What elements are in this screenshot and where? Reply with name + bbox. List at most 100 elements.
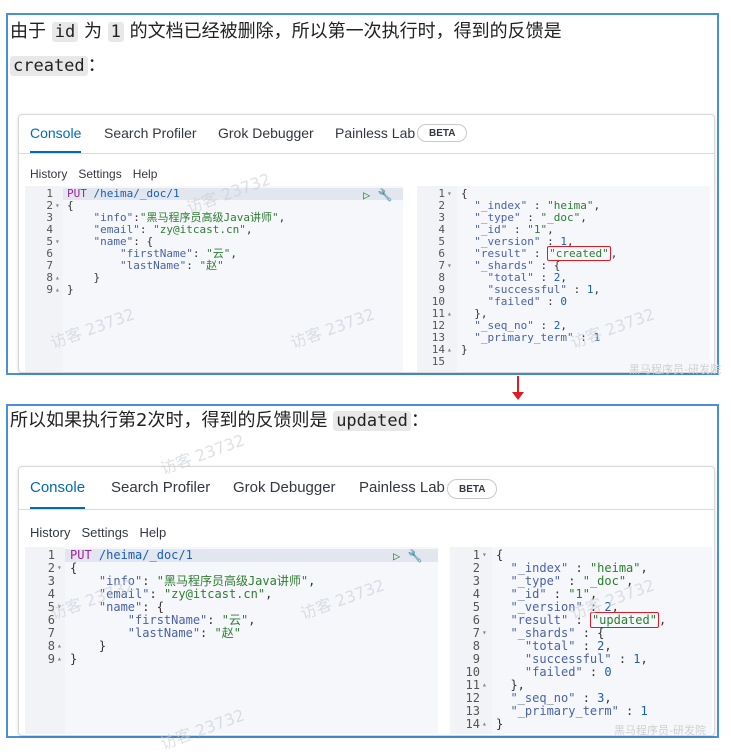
code-line: "_primary_term" : 1	[510, 704, 648, 718]
screenshot-panel-first-run: 由于 id 为 1 的文档已经被删除，所以第一次执行时，得到的反馈是 creat…	[6, 13, 721, 376]
json-key: "lastName"	[119, 259, 187, 272]
fold-icon[interactable]: ▴	[447, 344, 452, 356]
json-key: "total"	[524, 639, 576, 653]
inline-code-1: 1	[107, 22, 124, 42]
line-number: 11	[465, 678, 480, 692]
fold-icon[interactable]: ▴	[482, 718, 487, 730]
response-viewer[interactable]: 1 ▾ 2 3 4 5 6 7 ▾ 8 9 10 11 ▴ 12 13 14 ▴ 15 …	[417, 186, 710, 372]
json-value: "_doc"	[582, 574, 627, 588]
response-viewer[interactable]: 1 ▾ 2 3 4 5 6 7 ▾ 8 9 10 11 ▴ 12 13 14 ▴ { "…	[450, 547, 712, 734]
console-menu: History Settings Help	[30, 167, 168, 181]
json-key: "_id"	[510, 587, 547, 601]
line-number: 1	[472, 548, 480, 562]
json-value: "云"	[221, 613, 249, 627]
code-line: "_type" : "_doc",	[510, 574, 634, 588]
json-key: "failed"	[524, 665, 583, 679]
fold-icon[interactable]: ▾	[447, 188, 452, 200]
json-key: "lastName"	[127, 626, 201, 640]
line-number: 3	[47, 574, 55, 588]
json-key: "email"	[98, 587, 150, 601]
json-value: "heima"	[589, 561, 641, 575]
line-number: 1	[47, 548, 55, 562]
fold-icon[interactable]: ▴	[55, 284, 60, 296]
json-key: "failed"	[487, 295, 541, 308]
line-number: 2	[47, 561, 55, 575]
request-editor[interactable]: 1 2 ▾ 3 4 5 ▾ 6 7 8 ▴ 9 ▴ PUT /heima/_doc/1 …	[25, 547, 438, 734]
tab-search-profiler[interactable]: Search Profiler	[104, 115, 197, 153]
fold-icon[interactable]: ▾	[55, 236, 60, 248]
line-number: 5	[472, 600, 480, 614]
json-key: "_seq_no"	[510, 691, 576, 705]
screenshot-panel-second-run: 所以如果执行第2次时，得到的反馈则是 updated： Console Sear…	[6, 404, 719, 753]
json-value: "赵"	[214, 626, 241, 640]
json-key: "_shards"	[510, 626, 576, 640]
wrench-icon[interactable]: 🔧	[377, 188, 392, 202]
code-line: }	[67, 283, 74, 296]
menu-history[interactable]: History	[30, 525, 70, 540]
line-number: 6	[472, 613, 480, 627]
json-value: 1	[633, 652, 641, 666]
menu-settings[interactable]: Settings	[78, 167, 121, 181]
play-icon[interactable]: ▷	[363, 188, 370, 202]
fold-icon[interactable]: ▴	[55, 272, 60, 284]
fold-icon[interactable]: ▾	[57, 562, 62, 574]
menu-help[interactable]: Help	[139, 525, 166, 540]
request-editor[interactable]: 1 2 ▾ 3 4 5 ▾ 6 7 8 ▴ 9 ▴ PUT /heima/_do…	[25, 186, 403, 372]
footer-watermark: 黑马程序员-研发院	[614, 724, 706, 737]
tab-search-profiler[interactable]: Search Profiler	[111, 467, 210, 505]
json-key: "_primary_term"	[474, 331, 574, 344]
tab-grok-debugger[interactable]: Grok Debugger	[218, 115, 314, 153]
code-line: "_id" : "1",	[510, 587, 598, 601]
line-number: 4	[472, 587, 480, 601]
wrench-icon[interactable]: 🔧	[407, 549, 422, 563]
caption-second-run: 所以如果执行第2次时，得到的反馈则是 updated：	[10, 406, 429, 436]
menu-history[interactable]: History	[30, 167, 67, 181]
line-number: 15	[431, 355, 445, 368]
line-number: 5	[47, 600, 55, 614]
json-key: "result"	[510, 613, 569, 627]
line-number: 8	[47, 639, 55, 653]
code-line: "failed" : 0	[524, 665, 612, 679]
fold-icon[interactable]: ▾	[55, 200, 60, 212]
tab-painless-lab[interactable]: Painless Lab	[335, 115, 415, 153]
code-line: }	[461, 343, 468, 356]
line-number: 7	[472, 626, 480, 640]
caption-first-run-line2: created：	[10, 51, 106, 81]
code-line: "firstName": "云",	[127, 613, 256, 627]
tab-console[interactable]: Console	[30, 115, 82, 153]
json-key: "successful"	[524, 652, 612, 666]
line-number: 10	[465, 665, 480, 679]
console-menu: History Settings Help	[30, 525, 177, 540]
fold-icon[interactable]: ▾	[482, 549, 487, 561]
json-key: "_primary_term"	[510, 704, 619, 718]
line-number: 4	[47, 587, 55, 601]
caption-text: ：	[87, 55, 106, 76]
fold-icon[interactable]: ▴	[447, 308, 452, 320]
code-line: }	[70, 639, 107, 653]
code-line: "_shards" : {	[510, 626, 605, 640]
fold-icon[interactable]: ▴	[57, 640, 62, 652]
code-line: "total" : 2,	[524, 639, 612, 653]
code-line: "info": "黑马程序员高级Java讲师",	[98, 574, 316, 588]
line-number: 6	[47, 613, 55, 627]
dev-tools-tabs: Console Search Profiler Grok Debugger Pa…	[19, 467, 714, 510]
tab-painless-lab[interactable]: Painless Lab	[359, 467, 445, 505]
json-key: "name"	[98, 600, 143, 614]
line-number: 9	[47, 652, 55, 666]
tab-grok-debugger[interactable]: Grok Debugger	[233, 467, 336, 505]
menu-settings[interactable]: Settings	[81, 525, 128, 540]
json-value: 1	[593, 331, 601, 344]
fold-icon[interactable]: ▾	[482, 627, 487, 639]
line-number: 9	[46, 283, 53, 296]
json-value: "zy@itcast.cn"	[163, 587, 266, 601]
code-line: "name": {	[98, 600, 164, 614]
line-number: 8	[472, 639, 480, 653]
menu-help[interactable]: Help	[133, 167, 158, 181]
play-icon[interactable]: ▷	[393, 549, 400, 563]
tab-console[interactable]: Console	[30, 467, 86, 509]
fold-icon[interactable]: ▾	[447, 260, 452, 272]
fold-icon[interactable]: ▴	[482, 679, 487, 691]
json-value: 0	[560, 295, 567, 308]
fold-icon[interactable]: ▾	[57, 601, 62, 613]
fold-icon[interactable]: ▴	[57, 653, 62, 665]
